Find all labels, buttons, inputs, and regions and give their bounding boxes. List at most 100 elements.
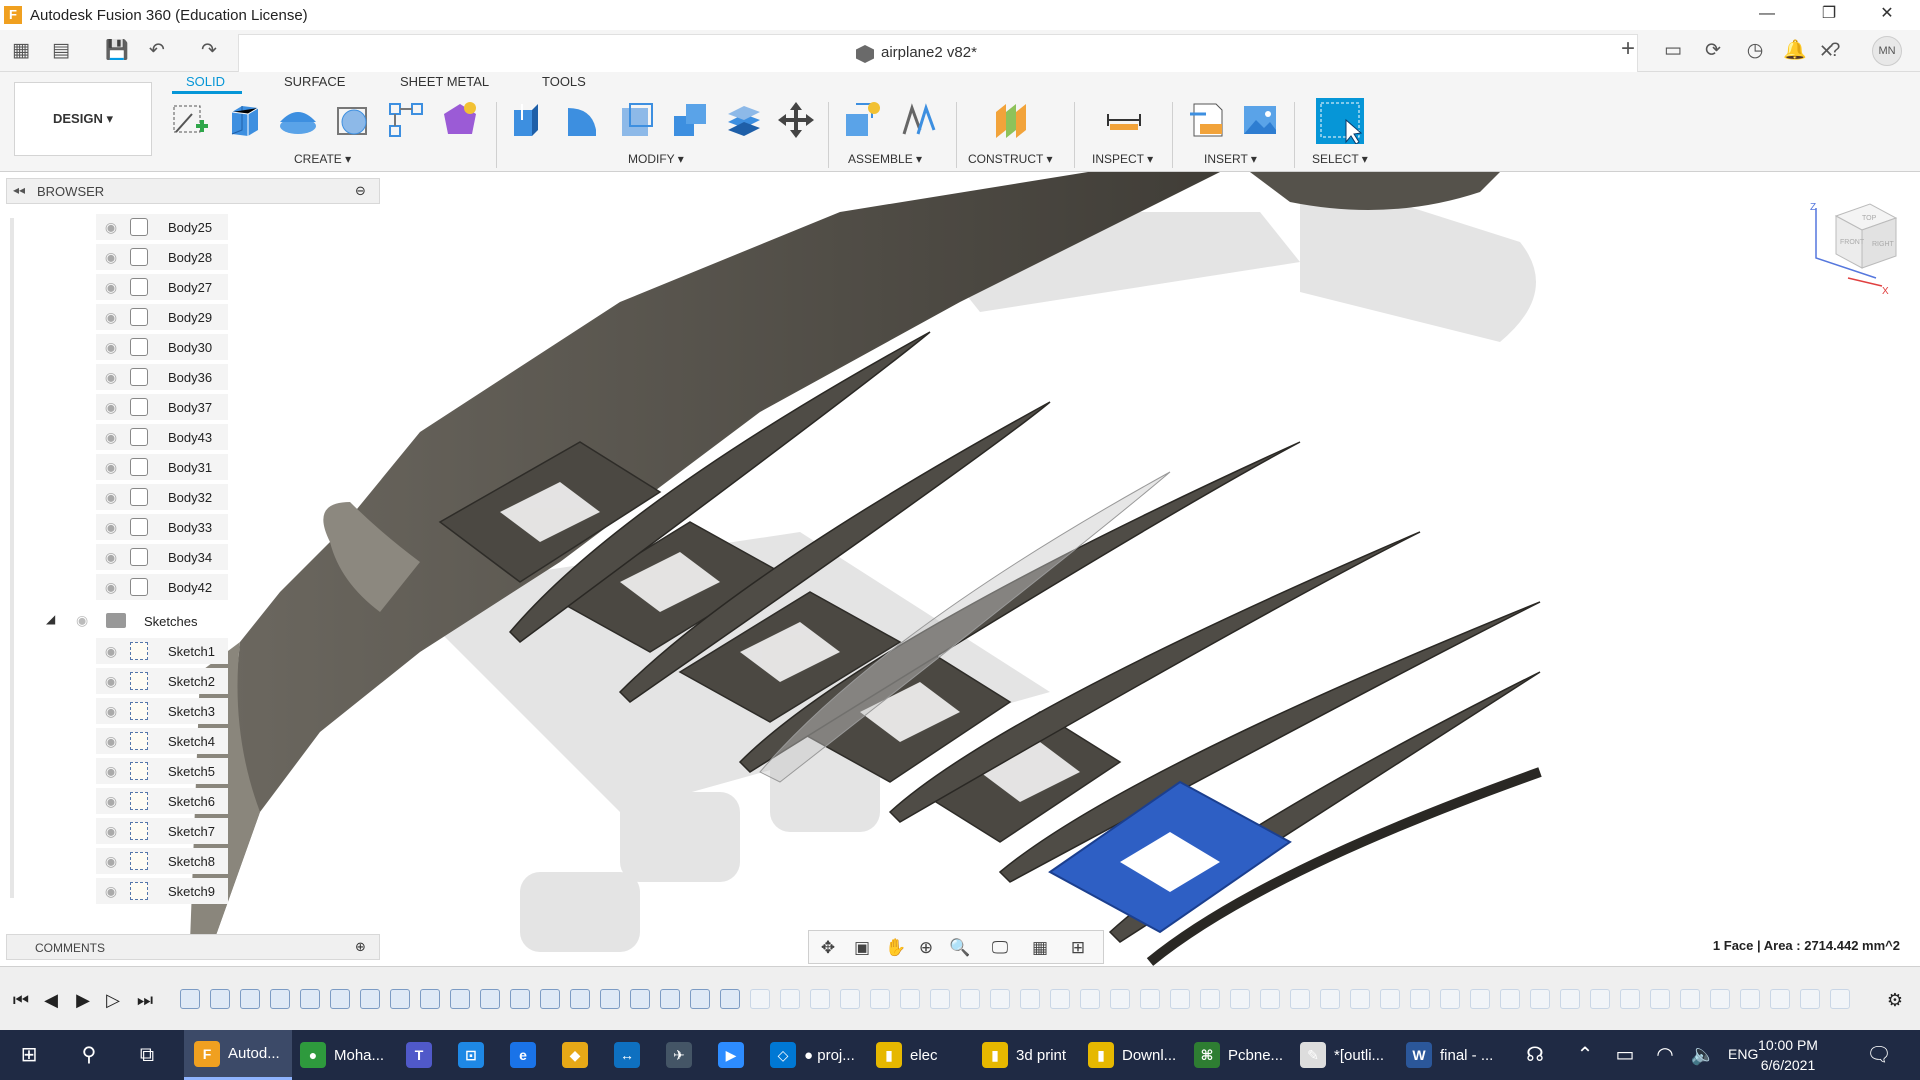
timeline-feature[interactable]: [960, 989, 980, 1009]
minimize-button[interactable]: —: [1744, 0, 1790, 30]
timeline-feature[interactable]: [1650, 989, 1670, 1009]
tree-item-body[interactable]: ◉ Body29: [96, 304, 228, 330]
extrude-icon[interactable]: [224, 100, 264, 140]
visibility-eye-icon[interactable]: ◉: [102, 518, 120, 536]
visibility-eye-icon[interactable]: ◉: [76, 612, 88, 629]
pan-hand-icon[interactable]: ✋: [885, 937, 907, 959]
tree-item-body[interactable]: ◉ Body36: [96, 364, 228, 390]
timeline-feature[interactable]: [1830, 989, 1850, 1009]
tree-item-body[interactable]: ◉ Body25: [96, 214, 228, 240]
visibility-eye-icon[interactable]: ◉: [102, 642, 120, 660]
taskbar-app[interactable]: ⌘ Pcbne...: [1184, 1030, 1295, 1080]
timeline-step-forward-icon[interactable]: ▷: [102, 989, 124, 1011]
timeline-feature[interactable]: [1080, 989, 1100, 1009]
undo-icon[interactable]: ↶: [144, 38, 170, 64]
timeline-feature[interactable]: [360, 989, 380, 1009]
tree-item-sketch[interactable]: ◉ Sketch2: [96, 668, 228, 694]
press-pull-icon[interactable]: [508, 100, 548, 140]
timeline-feature[interactable]: [810, 989, 830, 1009]
timeline-feature[interactable]: [1440, 989, 1460, 1009]
timeline-feature[interactable]: [180, 989, 200, 1009]
timeline-feature[interactable]: [900, 989, 920, 1009]
visibility-eye-icon[interactable]: ◉: [102, 702, 120, 720]
timeline-feature[interactable]: [510, 989, 530, 1009]
measure-icon[interactable]: [1104, 100, 1144, 140]
tray-chevron-icon[interactable]: ⌃: [1570, 1040, 1600, 1070]
timeline-step-back-icon[interactable]: ◀: [40, 989, 62, 1011]
visibility-eye-icon[interactable]: ◉: [102, 308, 120, 326]
timeline-start-icon[interactable]: ⏮: [10, 989, 32, 1011]
timeline-feature[interactable]: [1200, 989, 1220, 1009]
tree-item-body[interactable]: ◉ Body43: [96, 424, 228, 450]
wifi-icon[interactable]: ◠: [1650, 1040, 1680, 1070]
visibility-eye-icon[interactable]: ◉: [102, 672, 120, 690]
volume-icon[interactable]: 🔈: [1688, 1040, 1718, 1070]
save-icon[interactable]: 💾: [104, 38, 130, 64]
shell-icon[interactable]: [616, 100, 656, 140]
new-tab-button[interactable]: +: [1614, 36, 1642, 64]
tree-item-sketch[interactable]: ◉ Sketch4: [96, 728, 228, 754]
timeline-feature[interactable]: [1380, 989, 1400, 1009]
timeline-feature[interactable]: [1350, 989, 1370, 1009]
timeline-feature[interactable]: [1470, 989, 1490, 1009]
taskbar-app[interactable]: ▮ elec: [866, 1030, 950, 1080]
tree-item-sketch[interactable]: ◉ Sketch8: [96, 848, 228, 874]
search-icon[interactable]: ⚲: [74, 1040, 104, 1070]
visibility-eye-icon[interactable]: ◉: [102, 338, 120, 356]
tree-item-body[interactable]: ◉ Body33: [96, 514, 228, 540]
group-modify-label[interactable]: MODIFY ▾: [628, 152, 684, 166]
taskbar-app[interactable]: T: [396, 1030, 440, 1080]
history-clock-icon[interactable]: ◷: [1742, 38, 1768, 64]
move-copy-icon[interactable]: [776, 100, 816, 140]
timeline-feature[interactable]: [630, 989, 650, 1009]
timeline-feature[interactable]: [570, 989, 590, 1009]
folder-expand-icon[interactable]: ◢: [46, 612, 55, 626]
add-comment-icon[interactable]: ⊕: [355, 939, 366, 955]
data-panel-grid-icon[interactable]: ▦: [8, 38, 34, 64]
display-settings-icon[interactable]: 🖵: [989, 937, 1011, 959]
tab-sheet-metal[interactable]: SHEET METAL: [400, 74, 489, 89]
viewports-icon[interactable]: ⊞: [1067, 937, 1089, 959]
joint-icon[interactable]: [898, 100, 938, 140]
grid-settings-icon[interactable]: ▦: [1029, 937, 1051, 959]
tab-surface[interactable]: SURFACE: [284, 74, 345, 89]
timeline-feature[interactable]: [1800, 989, 1820, 1009]
timeline-end-icon[interactable]: ⏭: [134, 989, 156, 1011]
timeline-feature[interactable]: [1530, 989, 1550, 1009]
timeline-feature[interactable]: [840, 989, 860, 1009]
timeline-feature[interactable]: [1710, 989, 1730, 1009]
timeline-feature[interactable]: [330, 989, 350, 1009]
tree-item-sketch[interactable]: ◉ Sketch6: [96, 788, 228, 814]
battery-icon[interactable]: ▭: [1610, 1040, 1640, 1070]
job-status-icon[interactable]: ▭: [1660, 38, 1686, 64]
timeline-feature[interactable]: [1110, 989, 1130, 1009]
group-create-label[interactable]: CREATE ▾: [294, 152, 351, 166]
timeline-feature[interactable]: [1410, 989, 1430, 1009]
timeline-feature[interactable]: [300, 989, 320, 1009]
collapse-panel-icon[interactable]: ◂◂: [13, 183, 25, 197]
visibility-eye-icon[interactable]: ◉: [102, 398, 120, 416]
tree-item-sketch[interactable]: ◉ Sketch7: [96, 818, 228, 844]
create-sketch-icon[interactable]: [170, 100, 210, 140]
timeline-feature[interactable]: [270, 989, 290, 1009]
timeline-feature[interactable]: [420, 989, 440, 1009]
tree-item-sketch[interactable]: ◉ Sketch9: [96, 878, 228, 904]
taskbar-app[interactable]: Wfinal - ...: [1396, 1030, 1505, 1080]
revolve-icon[interactable]: [278, 100, 318, 140]
user-avatar[interactable]: MN: [1872, 36, 1902, 66]
browser-pin-icon[interactable]: ⊖: [355, 183, 366, 199]
orbit-icon[interactable]: ✥: [817, 937, 839, 959]
restore-button[interactable]: ❐: [1806, 0, 1852, 30]
comments-panel[interactable]: COMMENTS ⊕: [6, 934, 380, 960]
rectangular-pattern-icon[interactable]: [386, 100, 426, 140]
timeline-feature[interactable]: [600, 989, 620, 1009]
timeline-feature[interactable]: [1290, 989, 1310, 1009]
look-at-icon[interactable]: ▣: [851, 937, 873, 959]
windows-start-icon[interactable]: ⊞: [14, 1040, 44, 1070]
offset-face-icon[interactable]: [724, 100, 764, 140]
taskbar-app[interactable]: ⊡: [448, 1030, 492, 1080]
timeline-feature[interactable]: [1740, 989, 1760, 1009]
timeline-feature[interactable]: [540, 989, 560, 1009]
new-component-icon[interactable]: [842, 100, 882, 140]
timeline-feature[interactable]: [660, 989, 680, 1009]
